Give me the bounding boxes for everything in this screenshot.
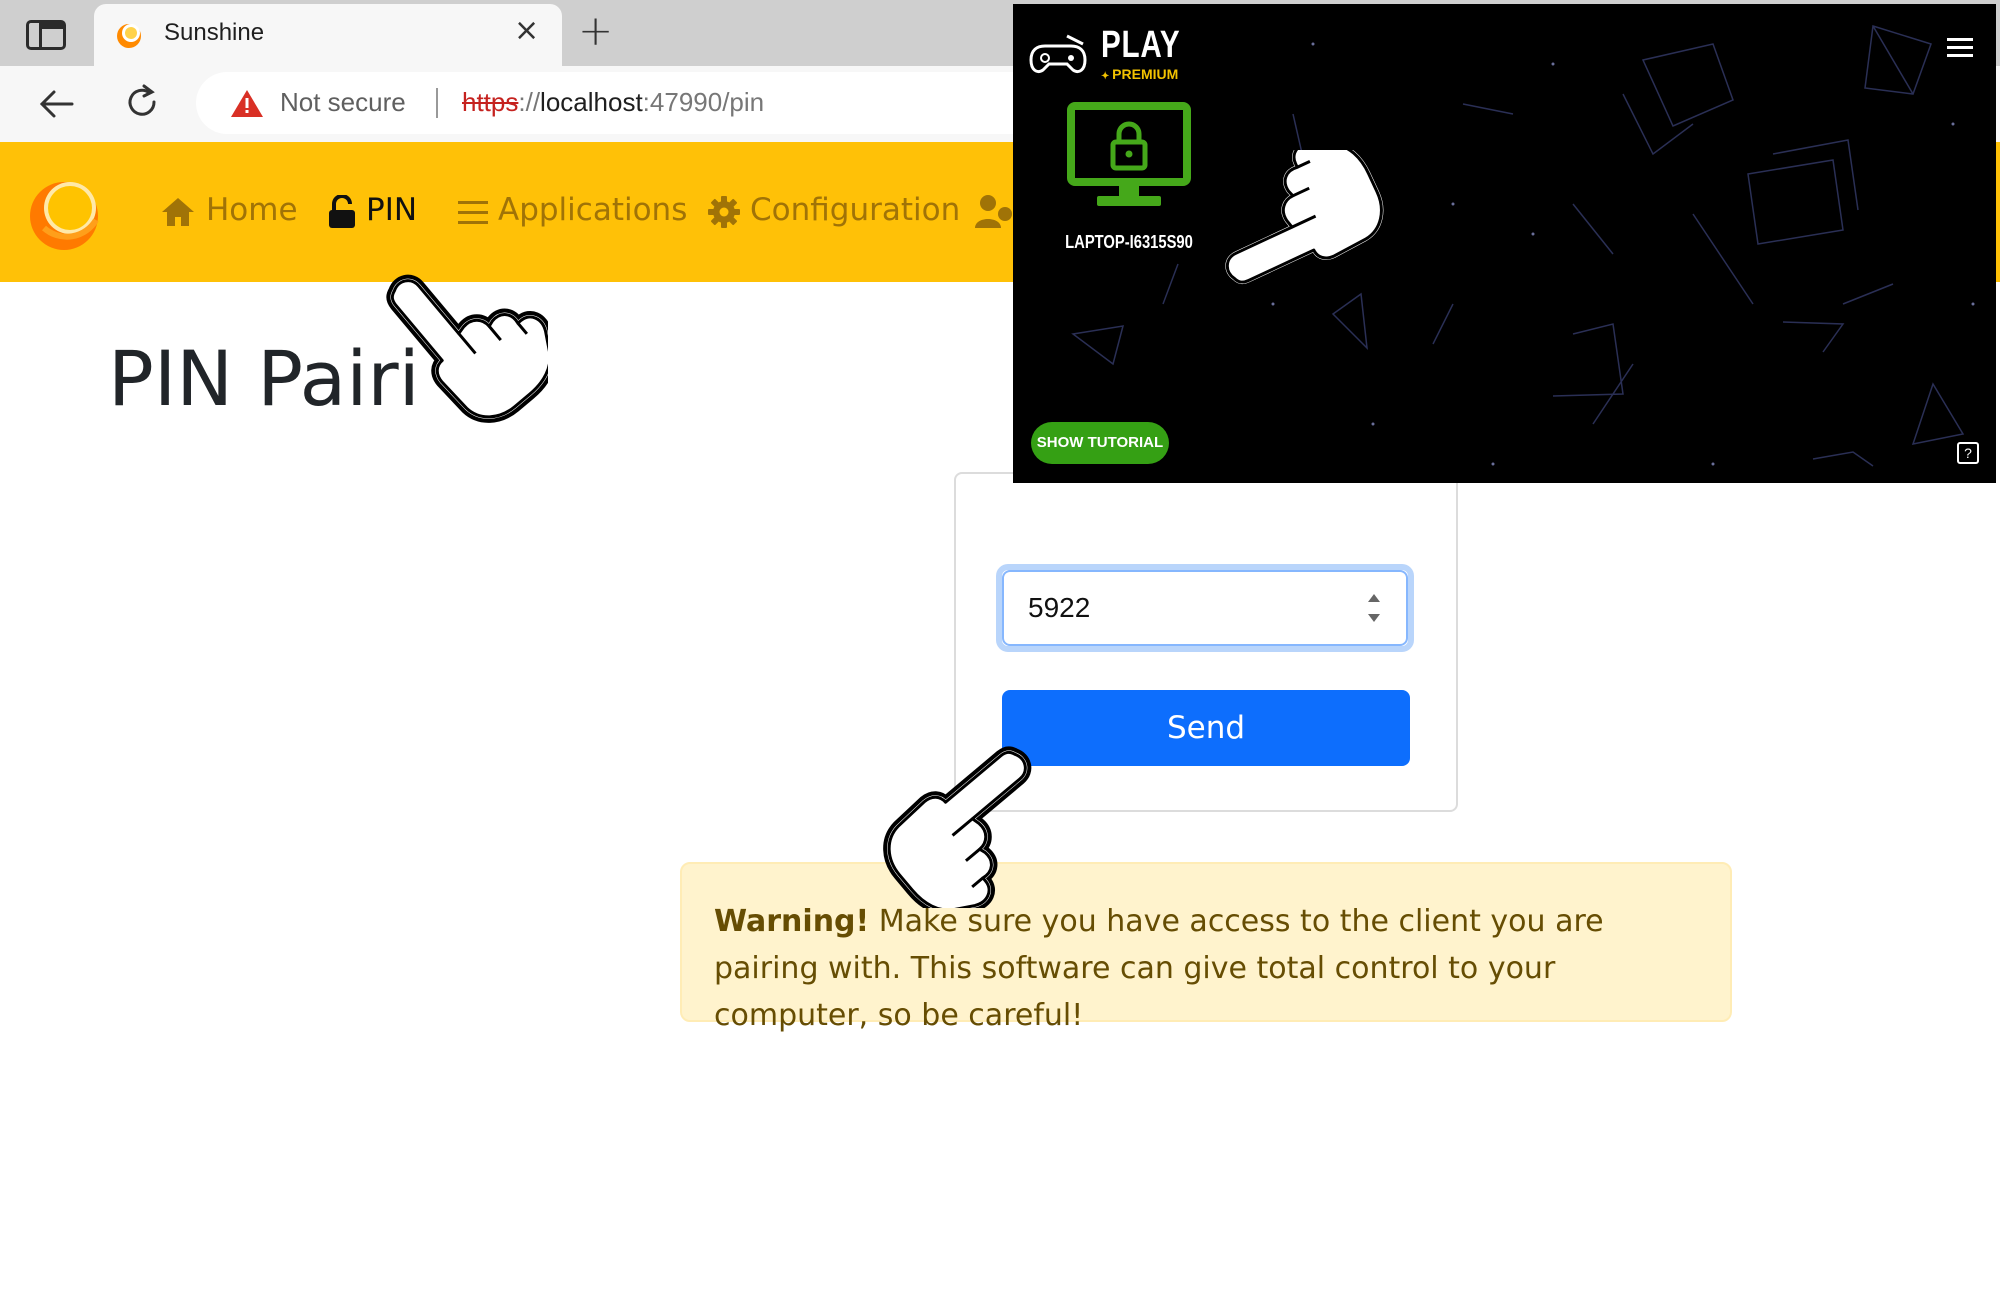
url-text[interactable]: https://localhost:47990/pin <box>462 87 764 118</box>
tab-title: Sunshine <box>164 19 265 46</box>
url-scheme: https <box>462 87 519 117</box>
sunshine-logo-icon[interactable] <box>26 170 110 254</box>
show-tutorial-button[interactable]: SHOW TUTORIAL <box>1031 422 1169 464</box>
nav-applications[interactable]: Applications <box>458 190 687 230</box>
nav-home[interactable]: Home <box>160 190 298 230</box>
play-brand: PLAY <box>1101 24 1181 66</box>
pin-input-focus-ring: 5922 <box>996 564 1414 652</box>
help-icon[interactable]: ? <box>1957 442 1979 464</box>
spinner-up-icon[interactable] <box>1368 594 1380 602</box>
nav-applications-label: Applications <box>498 192 688 228</box>
warning-alert: Warning! Make sure you have access to th… <box>680 862 1732 1033</box>
url-host: localhost <box>540 87 643 117</box>
pin-input[interactable]: 5922 <box>1002 570 1408 646</box>
premium-tier: PREMIUM <box>1101 66 1178 82</box>
list-icon <box>458 200 488 224</box>
sunshine-favicon-icon <box>117 24 141 48</box>
new-tab-icon[interactable]: + <box>578 10 613 52</box>
nav-configuration[interactable]: Configuration <box>708 190 960 230</box>
browser-tab[interactable]: Sunshine × <box>94 4 562 66</box>
pointing-hand-icon <box>883 746 1032 908</box>
tab-actions-icon[interactable] <box>26 20 66 50</box>
address-divider <box>436 88 438 118</box>
spinner-down-icon[interactable] <box>1368 614 1380 622</box>
hamburger-menu-icon[interactable] <box>1947 38 1973 58</box>
not-secure-label[interactable]: Not secure <box>280 87 406 118</box>
pin-input-value: 5922 <box>1028 592 1091 623</box>
pointing-hand-icon <box>386 274 548 423</box>
warning-triangle-icon <box>231 90 263 117</box>
nav-pin-label: PIN <box>366 192 418 228</box>
url-path: :47990/pin <box>642 87 765 117</box>
play-overlay-panel: PLAY PREMIUM LAPTOP-I6315S90 SHOW TUTORI… <box>1013 4 1996 483</box>
gear-icon <box>708 195 740 228</box>
tab-close-icon[interactable]: × <box>514 16 539 46</box>
pointing-hand-icon <box>1221 150 1388 289</box>
back-arrow-icon[interactable] <box>36 84 76 124</box>
url-separator: :// <box>518 87 541 117</box>
users-icon[interactable] <box>975 194 1015 228</box>
nav-home-label: Home <box>206 192 298 228</box>
nav-configuration-label: Configuration <box>750 192 961 228</box>
reload-icon[interactable] <box>122 82 162 122</box>
host-name-label: LAPTOP-I6315S90 <box>1065 232 1193 252</box>
send-button[interactable]: Send <box>1002 690 1410 766</box>
locked-computer-icon[interactable] <box>1067 102 1191 212</box>
nav-pin[interactable]: PIN <box>328 190 417 230</box>
unlock-icon <box>329 194 355 228</box>
screenshot-stage: Sunshine × + Not secure https://localhos… <box>0 0 2000 1300</box>
gamepad-logo-icon <box>1029 34 1087 74</box>
warning-strong: Warning! <box>714 904 870 939</box>
home-icon <box>162 197 194 226</box>
